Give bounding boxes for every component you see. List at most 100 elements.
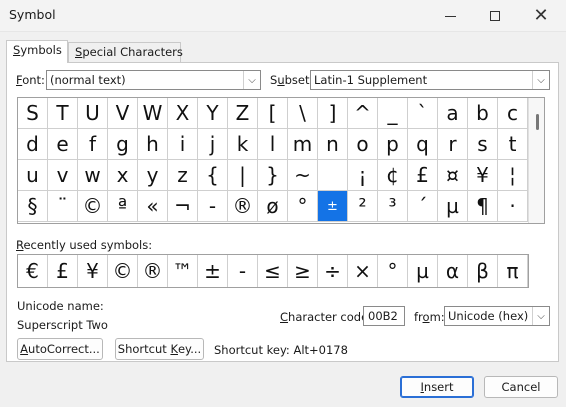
recent-symbol-cell[interactable]: ©: [108, 255, 138, 287]
symbol-cell[interactable]: t: [498, 129, 528, 160]
symbol-cell[interactable]: q: [408, 129, 438, 160]
recent-symbol-cell[interactable]: °: [378, 255, 408, 287]
grid-scrollbar[interactable]: [528, 98, 544, 223]
symbol-cell[interactable]: S: [18, 98, 48, 129]
symbol-cell[interactable]: [: [258, 98, 288, 129]
symbol-cell[interactable]: ¨: [48, 191, 78, 222]
symbol-cell[interactable]: ±: [318, 191, 348, 222]
minimize-button[interactable]: [428, 0, 472, 32]
symbol-cell[interactable]: v: [48, 160, 78, 191]
symbol-cell[interactable]: ^: [348, 98, 378, 129]
symbol-cell[interactable]: j: [198, 129, 228, 160]
symbol-cell[interactable]: «: [138, 191, 168, 222]
insert-button[interactable]: Insert: [400, 376, 474, 398]
symbol-cell[interactable]: ¤: [438, 160, 468, 191]
symbol-cell[interactable]: u: [18, 160, 48, 191]
cancel-button[interactable]: Cancel: [484, 376, 558, 398]
symbol-cell[interactable]: ~: [288, 160, 318, 191]
symbol-cell[interactable]: -: [198, 191, 228, 222]
symbol-cell[interactable]: U: [78, 98, 108, 129]
tab-symbols[interactable]: Symbols: [6, 40, 68, 63]
recent-symbol-cell[interactable]: ≥: [288, 255, 318, 287]
symbol-cell[interactable]: w: [78, 160, 108, 191]
autocorrect-button[interactable]: AutoCorrect...: [17, 338, 103, 360]
maximize-button[interactable]: [473, 0, 517, 32]
recent-symbol-cell[interactable]: ÷: [318, 255, 348, 287]
symbol-cell[interactable]: ¡: [348, 160, 378, 191]
recent-symbol-cell[interactable]: ®: [138, 255, 168, 287]
subset-dropdown[interactable]: Latin-1 Supplement ⌵: [310, 70, 550, 90]
symbol-cell[interactable]: s: [468, 129, 498, 160]
symbol-cell[interactable]: £: [408, 160, 438, 191]
symbol-cell[interactable]: Y: [198, 98, 228, 129]
symbol-cell[interactable]: f: [78, 129, 108, 160]
recent-symbol-cell[interactable]: €: [18, 255, 48, 287]
symbol-cell[interactable]: a: [438, 98, 468, 129]
symbol-cell[interactable]: [318, 160, 348, 191]
symbol-cell[interactable]: ¶: [468, 191, 498, 222]
symbol-cell[interactable]: d: [18, 129, 48, 160]
symbol-cell[interactable]: Z: [228, 98, 258, 129]
symbol-cell[interactable]: p: [378, 129, 408, 160]
symbol-cell[interactable]: ®: [228, 191, 258, 222]
symbol-cell[interactable]: m: [288, 129, 318, 160]
symbol-cell[interactable]: \: [288, 98, 318, 129]
symbol-cell[interactable]: ©: [78, 191, 108, 222]
tab-special-characters[interactable]: Special Characters: [68, 42, 183, 62]
symbol-cell[interactable]: ·: [498, 191, 528, 222]
symbol-cell[interactable]: o: [348, 129, 378, 160]
recent-symbol-cell[interactable]: -: [228, 255, 258, 287]
symbol-cell[interactable]: b: [468, 98, 498, 129]
symbol-grid[interactable]: S T U V W X Y Z[\] ^ _ ` a b c d e f g h i j k l m n o p q r s t u v w x y z…: [17, 97, 545, 224]
symbol-cell[interactable]: l: [258, 129, 288, 160]
from-dropdown[interactable]: Unicode (hex) ⌵: [444, 306, 550, 326]
symbol-cell[interactable]: }: [258, 160, 288, 191]
recent-symbol-cell[interactable]: µ: [408, 255, 438, 287]
shortcut-key-button[interactable]: Shortcut Key...: [115, 338, 204, 360]
close-button[interactable]: ✕: [519, 0, 563, 32]
symbol-cell[interactable]: T: [48, 98, 78, 129]
symbol-cell[interactable]: r: [438, 129, 468, 160]
symbol-cell[interactable]: ²: [348, 191, 378, 222]
symbol-cell[interactable]: ¥: [468, 160, 498, 191]
recent-symbol-cell[interactable]: ™: [168, 255, 198, 287]
symbol-cell[interactable]: k: [228, 129, 258, 160]
symbol-cell[interactable]: §: [18, 191, 48, 222]
symbol-cell[interactable]: ª: [108, 191, 138, 222]
recent-symbol-cell[interactable]: ≤: [258, 255, 288, 287]
symbol-cell[interactable]: n: [318, 129, 348, 160]
symbol-cell[interactable]: {: [198, 160, 228, 191]
symbol-cell[interactable]: V: [108, 98, 138, 129]
symbol-cell[interactable]: °: [288, 191, 318, 222]
symbol-cell[interactable]: z: [168, 160, 198, 191]
recent-symbol-cell[interactable]: β: [468, 255, 498, 287]
recent-symbol-cell[interactable]: ¥: [78, 255, 108, 287]
symbol-cell[interactable]: ¬: [168, 191, 198, 222]
symbol-cell[interactable]: y: [138, 160, 168, 191]
symbol-cell[interactable]: i: [168, 129, 198, 160]
symbol-cell[interactable]: c: [498, 98, 528, 129]
symbol-cell[interactable]: x: [108, 160, 138, 191]
recent-symbol-cell[interactable]: ±: [198, 255, 228, 287]
recent-symbol-cell[interactable]: π: [498, 255, 528, 287]
recent-symbol-cell[interactable]: £: [48, 255, 78, 287]
symbol-cell[interactable]: ¢: [378, 160, 408, 191]
recent-symbol-cell[interactable]: α: [438, 255, 468, 287]
char-code-input[interactable]: 00B2: [363, 306, 405, 326]
symbol-cell[interactable]: ¦: [498, 160, 528, 191]
symbol-cell[interactable]: W: [138, 98, 168, 129]
recent-symbol-cell[interactable]: ×: [348, 255, 378, 287]
font-dropdown[interactable]: (normal text) ⌵: [46, 70, 261, 90]
symbol-cell[interactable]: X: [168, 98, 198, 129]
scroll-thumb[interactable]: [536, 114, 539, 130]
symbol-cell[interactable]: h: [138, 129, 168, 160]
symbol-cell[interactable]: g: [108, 129, 138, 160]
symbol-cell[interactable]: ø: [258, 191, 288, 222]
symbol-cell[interactable]: µ: [438, 191, 468, 222]
symbol-cell[interactable]: ´: [408, 191, 438, 222]
symbol-cell[interactable]: _: [378, 98, 408, 129]
symbol-cell[interactable]: ]: [318, 98, 348, 129]
symbol-cell[interactable]: e: [48, 129, 78, 160]
symbol-cell[interactable]: `: [408, 98, 438, 129]
symbol-cell[interactable]: |: [228, 160, 258, 191]
